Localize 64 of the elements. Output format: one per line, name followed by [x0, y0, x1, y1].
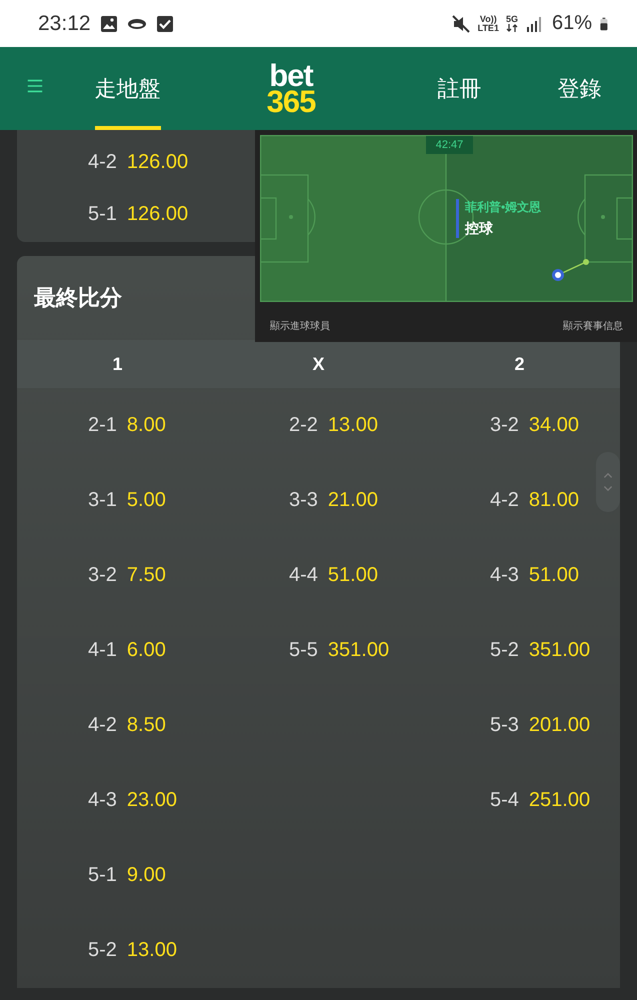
mute-icon: [450, 14, 471, 34]
score-label: 3-2: [490, 414, 519, 437]
score-label: 5-2: [88, 939, 117, 962]
nav-tab[interactable]: 登錄: [522, 47, 637, 130]
odds-button[interactable]: 201.00: [528, 714, 590, 737]
score-label: 5-3: [490, 714, 519, 737]
odds-button[interactable]: 9.00: [126, 864, 166, 887]
show-match-info-link[interactable]: 顯示賽事信息: [563, 319, 623, 333]
score-label: 4-2: [490, 489, 519, 512]
column-header: X: [218, 340, 419, 388]
odds-button[interactable]: 251.00: [528, 789, 590, 812]
score-label: 3-3: [289, 489, 318, 512]
odds-button[interactable]: 81.00: [528, 489, 579, 512]
odds-button[interactable]: 351.00: [328, 639, 390, 662]
score-label: 4-3: [88, 789, 117, 812]
score-label: 5-1: [88, 864, 117, 887]
nav-tab[interactable]: 註冊: [397, 47, 522, 130]
score-label: 2-1: [88, 414, 117, 437]
odds-button[interactable]: 126.00: [126, 150, 188, 174]
odds-button[interactable]: 351.00: [528, 639, 590, 662]
score-label: 4-1: [88, 639, 117, 662]
odds-button[interactable]: 21.00: [328, 489, 378, 512]
score-label: 4-2: [88, 714, 117, 737]
match-clock: 42:47: [426, 136, 473, 154]
network-label: 5G: [506, 15, 518, 24]
checkbox-icon: [154, 14, 175, 34]
odds-button[interactable]: 126.00: [126, 202, 188, 226]
player-name: 菲利普•姆文恩: [465, 199, 542, 216]
score-label: 4-4: [289, 564, 318, 587]
status-time: 23:12: [38, 12, 91, 36]
odds-button[interactable]: 51.00: [528, 564, 579, 587]
column-header: 2: [419, 340, 620, 388]
score-label: 2-2: [289, 414, 318, 437]
score-label: 4-2: [88, 150, 117, 174]
menu-icon: [26, 77, 44, 95]
odds-button[interactable]: 34.00: [528, 414, 579, 437]
battery-level: 61%: [552, 12, 592, 35]
column-header: 1: [17, 340, 218, 388]
score-label: 5-2: [490, 639, 519, 662]
market-title: 最終比分: [34, 284, 122, 312]
odds-button[interactable]: 8.00: [126, 414, 166, 437]
odds-button[interactable]: 13.00: [126, 939, 177, 962]
show-scorers-link[interactable]: 顯示進球球員: [270, 319, 330, 333]
action-label: 控球: [465, 220, 494, 238]
nav-tab[interactable]: 走地盤: [70, 47, 185, 130]
score-label: 3-1: [88, 489, 117, 512]
scroll-arrows-button[interactable]: [596, 452, 620, 512]
odds-button[interactable]: 5.00: [126, 489, 166, 512]
odds-button[interactable]: 51.00: [328, 564, 378, 587]
score-label: 3-2: [88, 564, 117, 587]
odds-button[interactable]: 7.50: [126, 564, 166, 587]
odds-button[interactable]: 8.50: [126, 714, 166, 737]
score-label: 5-1: [88, 202, 117, 226]
score-label: 5-4: [490, 789, 519, 812]
logo[interactable]: bet 365: [266, 62, 316, 114]
score-label: 5-5: [289, 639, 318, 662]
image-icon: [98, 14, 119, 34]
odds-button[interactable]: 13.00: [328, 414, 378, 437]
odds-button[interactable]: 6.00: [126, 639, 166, 662]
odds-button[interactable]: 23.00: [126, 789, 177, 812]
volte-label: Vo)) LTE1: [478, 14, 499, 32]
score-label: 4-3: [490, 564, 519, 587]
data-arrows-icon: [506, 24, 518, 32]
chevron-up-down-icon: [602, 472, 614, 492]
